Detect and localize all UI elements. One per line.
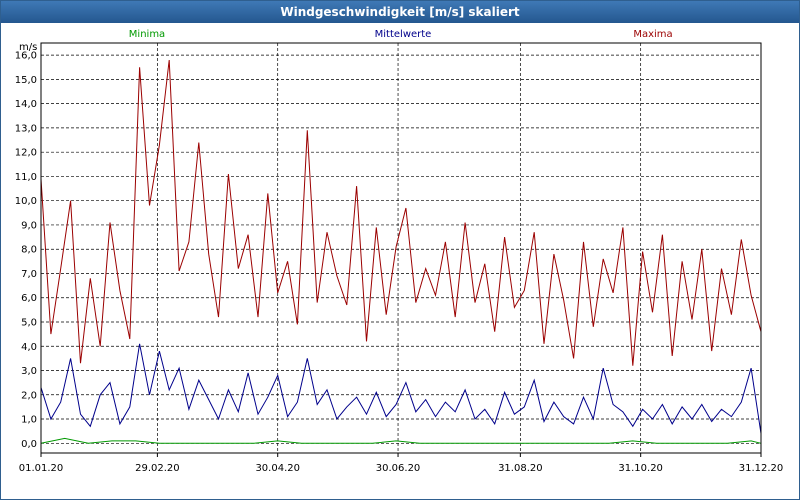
y-tick-label: 3,0 — [21, 366, 37, 377]
legend-maxima: Maxima — [633, 29, 672, 40]
x-tick-label: 31.12.20 — [739, 463, 784, 474]
y-tick-label: 15,0 — [15, 75, 37, 86]
y-tick-label: 1,0 — [21, 415, 37, 426]
y-tick-label: 7,0 — [21, 269, 37, 280]
y-tick-label: 13,0 — [15, 123, 37, 134]
y-tick-label: 0,0 — [21, 439, 37, 450]
y-tick-label: 8,0 — [21, 245, 37, 256]
y-tick-label: 11,0 — [15, 172, 37, 183]
x-tick-label: 29.02.20 — [135, 463, 180, 474]
y-tick-label: 2,0 — [21, 390, 37, 401]
window-title: Windgeschwindigkeit [m/s] skaliert — [1, 1, 799, 23]
series-line-maxima — [40, 59, 762, 366]
y-tick-label: 14,0 — [15, 99, 37, 110]
axes: 0,0 1,0 2,0 3,0 4,0 5,0 6,0 7,0 8,0 9,0 10,0 11,0 12… — [15, 42, 784, 474]
chart-svg: Minima Mittelwerte Maxima m/s 0,01,02,03… — [15, 29, 784, 474]
series-line-minima — [40, 437, 762, 444]
y-tick-label: 12,0 — [15, 148, 37, 159]
series-line-mittelwerte — [40, 343, 762, 434]
x-tick-label: 30.04.20 — [255, 463, 300, 474]
y-tick-label: 10,0 — [15, 196, 37, 207]
series-group — [40, 59, 762, 444]
y-tick-label: 4,0 — [21, 342, 37, 353]
x-tick-label: 30.06.20 — [376, 463, 421, 474]
y-tick-label: 16,0 — [15, 51, 37, 62]
x-tick-label: 31.08.20 — [498, 463, 543, 474]
chart-area: Minima Mittelwerte Maxima m/s 0,0 1,0 2,0 3… — [1, 23, 799, 499]
legend-minima: Minima — [129, 29, 165, 40]
x-tick-label: 31.10.20 — [618, 463, 663, 474]
y-tick-label: 9,0 — [21, 220, 37, 231]
y-tick-label: 6,0 — [21, 293, 37, 304]
legend-mittelwerte: Mittelwerte — [375, 29, 432, 40]
chart-window: Windgeschwindigkeit [m/s] skaliert Minim… — [0, 0, 800, 500]
x-tick-label: 01.01.20 — [19, 463, 64, 474]
y-tick-label: 5,0 — [21, 317, 37, 328]
